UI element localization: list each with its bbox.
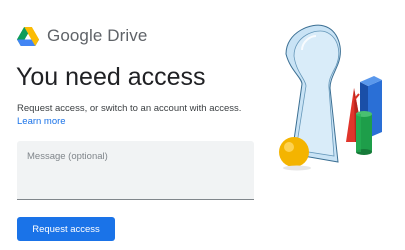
learn-more-link[interactable]: Learn more (17, 116, 66, 127)
brand-name: Google Drive (47, 26, 148, 45)
access-description: Request access, or switch to an account … (17, 103, 242, 114)
google-drive-logo-icon (17, 26, 39, 46)
message-field[interactable] (17, 141, 254, 200)
message-input[interactable] (17, 141, 254, 199)
page-title: You need access (16, 63, 206, 91)
brand: Google Drive (17, 25, 147, 47)
keyhole-illustration-icon (279, 24, 382, 171)
keyhole-illustration (272, 22, 402, 177)
request-access-button[interactable]: Request access (17, 217, 115, 241)
